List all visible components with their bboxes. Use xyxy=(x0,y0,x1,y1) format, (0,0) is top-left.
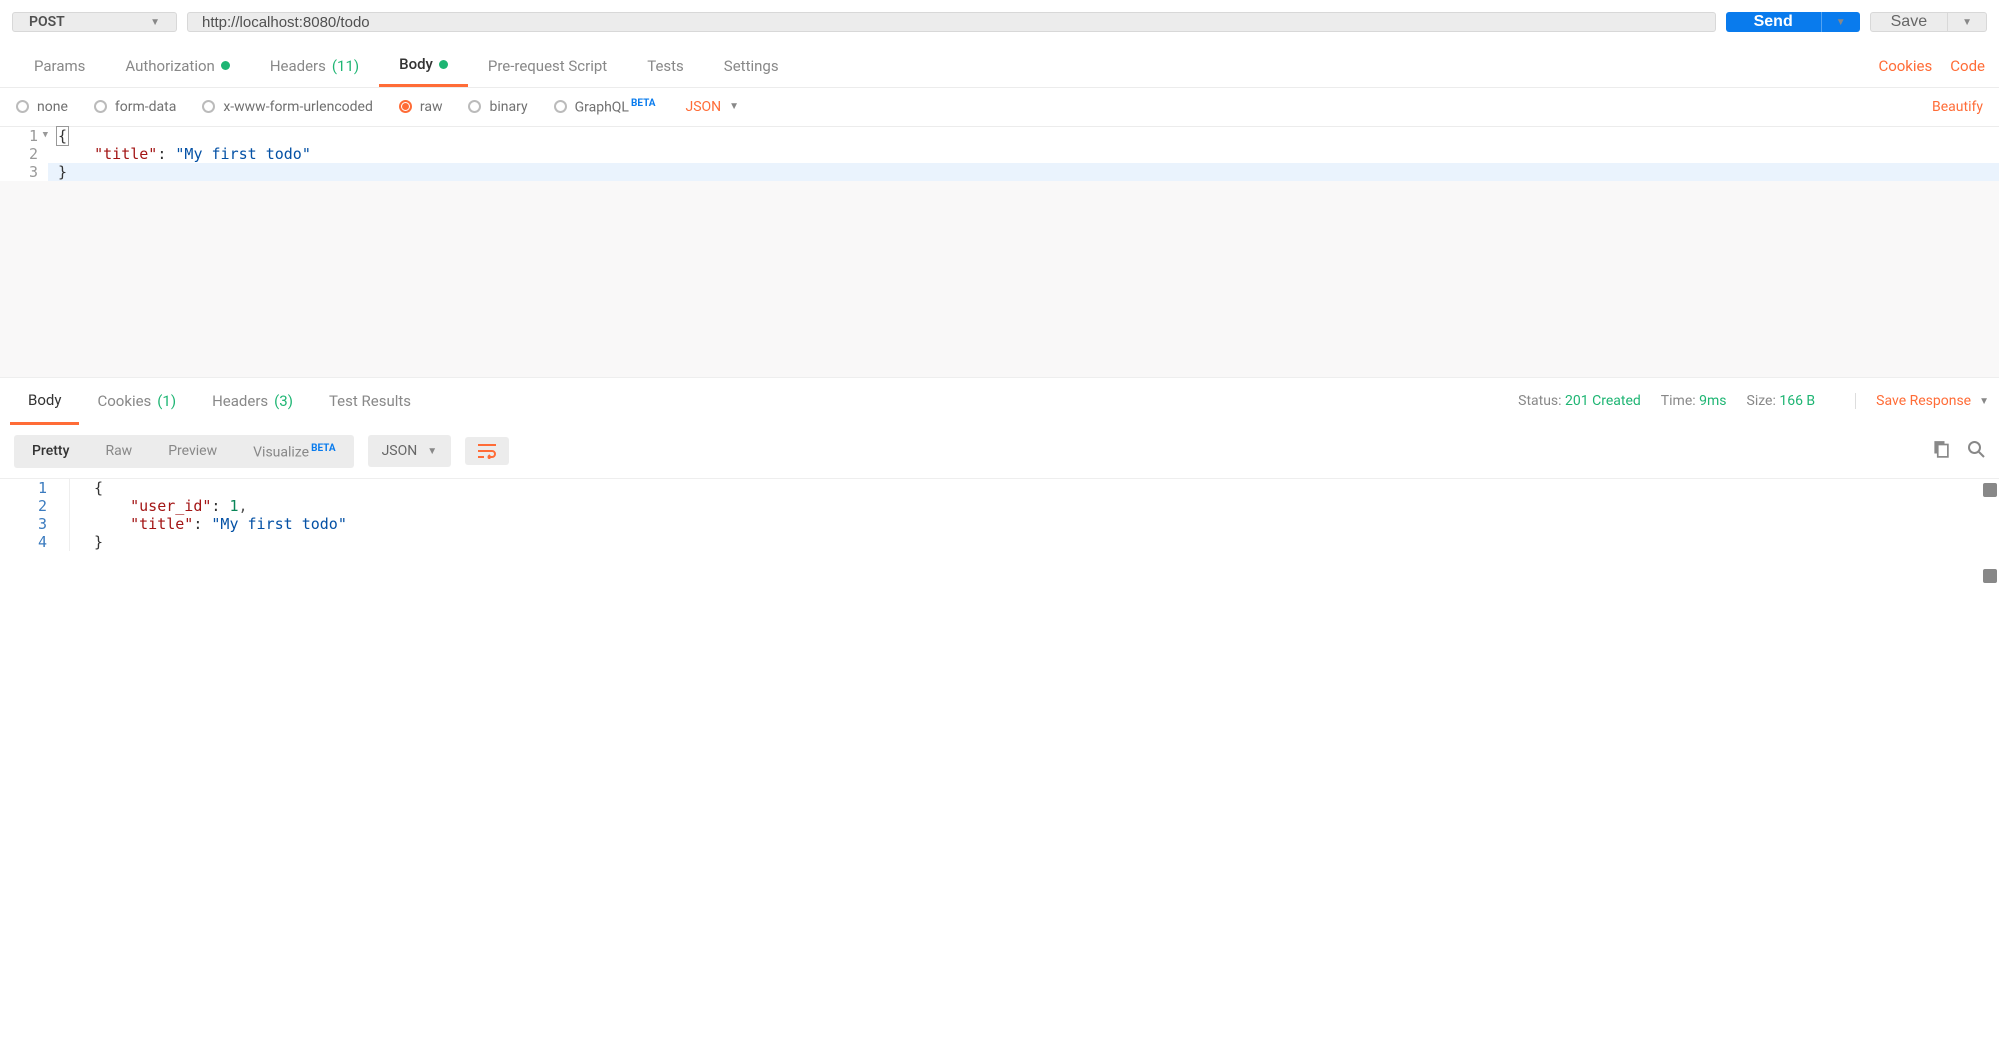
status-dot-icon xyxy=(439,60,448,69)
seg-preview[interactable]: Preview xyxy=(150,435,235,469)
resp-tab-cookies[interactable]: Cookies (1) xyxy=(79,378,194,425)
tab-prerequest[interactable]: Pre-request Script xyxy=(468,44,627,87)
search-icon[interactable] xyxy=(1967,440,1985,462)
chevron-down-icon: ▼ xyxy=(150,17,160,28)
tab-tests[interactable]: Tests xyxy=(627,44,704,87)
save-label: Save xyxy=(1871,13,1947,31)
chevron-down-icon: ▼ xyxy=(1962,17,1972,28)
send-label: Send xyxy=(1726,13,1821,31)
response-view-bar: Pretty Raw Preview VisualizeBETA JSON▼ xyxy=(0,425,1999,479)
chevron-down-icon: ▼ xyxy=(1836,17,1846,28)
resp-tab-headers[interactable]: Headers (3) xyxy=(194,378,311,425)
response-tabs: Body Cookies (1) Headers (3) Test Result… xyxy=(0,377,1999,425)
url-input[interactable] xyxy=(187,12,1716,32)
radio-binary[interactable]: binary xyxy=(468,99,527,115)
chevron-down-icon: ▼ xyxy=(1979,396,1989,407)
request-tabs: Params Authorization Headers (11) Body P… xyxy=(0,44,1999,88)
save-button[interactable]: Save ▼ xyxy=(1870,12,1987,32)
radio-icon xyxy=(468,100,481,113)
response-body-viewer[interactable]: 1{ 2 "user_id": 1, 3 "title": "My first … xyxy=(0,478,1999,678)
resp-status: 201 Created xyxy=(1565,393,1641,409)
beta-badge: BETA xyxy=(631,98,656,109)
body-type-row: none form-data x-www-form-urlencoded raw… xyxy=(0,88,1999,127)
radio-icon xyxy=(554,100,567,113)
wrap-lines-button[interactable] xyxy=(465,437,509,465)
resp-tab-test-results[interactable]: Test Results xyxy=(311,378,429,425)
response-format-select[interactable]: JSON▼ xyxy=(368,435,452,467)
view-mode-segmented: Pretty Raw Preview VisualizeBETA xyxy=(14,435,354,469)
tab-authorization[interactable]: Authorization xyxy=(105,44,249,87)
radio-raw[interactable]: raw xyxy=(399,99,443,115)
fold-icon[interactable]: ▼ xyxy=(43,130,48,140)
copy-icon[interactable] xyxy=(1931,440,1949,462)
radio-icon xyxy=(399,100,412,113)
resp-tab-body[interactable]: Body xyxy=(10,378,79,425)
status-dot-icon xyxy=(221,61,230,70)
save-dropdown[interactable]: ▼ xyxy=(1947,13,1986,31)
cookies-link[interactable]: Cookies xyxy=(1878,57,1932,75)
method-value: POST xyxy=(29,14,65,30)
beautify-link[interactable]: Beautify xyxy=(1932,99,1983,115)
response-meta: Status: 201 Created Time: 9ms Size: 166 … xyxy=(1518,393,1989,409)
request-bar: POST ▼ Send ▼ Save ▼ xyxy=(0,0,1999,44)
resp-size: 166 B xyxy=(1779,393,1815,409)
tab-params[interactable]: Params xyxy=(14,44,105,87)
radio-icon xyxy=(202,100,215,113)
radio-graphql[interactable]: GraphQLBETA xyxy=(554,98,656,116)
method-selector[interactable]: POST ▼ xyxy=(12,12,177,32)
tab-settings[interactable]: Settings xyxy=(704,44,799,87)
save-response-button[interactable]: Save Response▼ xyxy=(1855,393,1989,409)
wrap-icon xyxy=(477,443,497,459)
seg-visualize[interactable]: VisualizeBETA xyxy=(235,435,353,469)
resp-time: 9ms xyxy=(1699,393,1726,409)
body-content-type-select[interactable]: JSON▼ xyxy=(685,99,739,115)
tab-body[interactable]: Body xyxy=(379,44,468,87)
radio-icon xyxy=(16,100,29,113)
seg-pretty[interactable]: Pretty xyxy=(14,435,87,469)
radio-form-data[interactable]: form-data xyxy=(94,99,176,115)
radio-icon xyxy=(94,100,107,113)
send-button[interactable]: Send ▼ xyxy=(1726,12,1860,32)
chevron-down-icon: ▼ xyxy=(427,446,437,457)
tab-headers[interactable]: Headers (11) xyxy=(250,44,379,87)
code-link[interactable]: Code xyxy=(1950,57,1985,75)
chevron-down-icon: ▼ xyxy=(729,101,739,112)
scrollbar-thumb[interactable] xyxy=(1983,483,1997,497)
beta-badge: BETA xyxy=(311,443,336,454)
request-body-editor[interactable]: 1▼ { 2 "title": "My first todo" 3 } xyxy=(0,127,1999,377)
radio-urlencoded[interactable]: x-www-form-urlencoded xyxy=(202,99,373,115)
seg-raw[interactable]: Raw xyxy=(87,435,150,469)
scrollbar-thumb[interactable] xyxy=(1983,569,1997,583)
send-dropdown[interactable]: ▼ xyxy=(1821,12,1860,32)
radio-none[interactable]: none xyxy=(16,99,68,115)
